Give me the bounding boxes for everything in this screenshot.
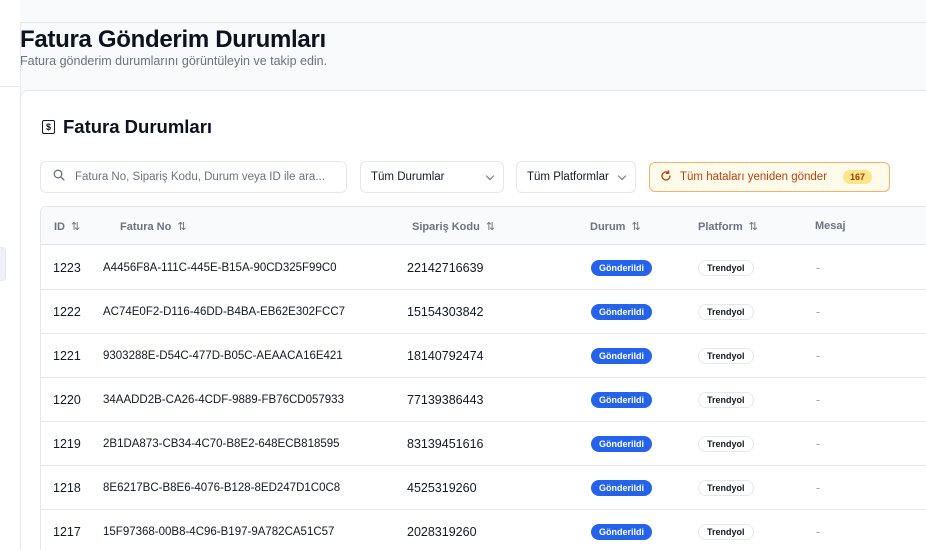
table-row[interactable]: 1219 2B1DA873-CB34-4C70-B8E2-648ECB81859… xyxy=(41,422,926,466)
cell-order-code: 18140792474 xyxy=(407,349,484,363)
refresh-icon xyxy=(660,169,672,185)
column-header-platform[interactable]: Platform ⇅ xyxy=(698,220,758,234)
table-row[interactable]: 1221 9303288E-D54C-477D-B05C-AEAACA16E42… xyxy=(41,334,926,378)
column-header-invoice-no[interactable]: Fatura No ⇅ xyxy=(120,220,187,234)
sidebar-collapse-handle[interactable] xyxy=(0,247,6,281)
cell-invoice-no: A4456F8A-111C-445E-B15A-90CD325F99C0 xyxy=(103,262,337,274)
cell-order-code: 2028319260 xyxy=(407,525,477,539)
retry-all-label: Tüm hataları yeniden gönder xyxy=(680,171,828,183)
cell-message: - xyxy=(816,305,821,319)
cell-id: 1222 xyxy=(53,305,81,319)
status-badge: Gönderildi xyxy=(591,304,652,320)
platform-badge: Trendyol xyxy=(698,524,754,540)
cell-order-code: 4525319260 xyxy=(407,481,477,495)
sidebar xyxy=(0,0,20,550)
cell-id: 1221 xyxy=(53,349,81,363)
cell-message: - xyxy=(816,393,821,407)
cell-order-code: 22142716639 xyxy=(407,261,484,275)
sidebar-divider xyxy=(0,86,20,87)
card-title-text: Fatura Durumları xyxy=(63,116,213,137)
table-row[interactable]: 1220 34AADD2B-CA26-4CDF-9889-FB76CD05793… xyxy=(41,378,926,422)
cell-message: - xyxy=(816,481,821,495)
table-row[interactable]: 1218 8E6217BC-B8E6-4076-B128-8ED247D1C0C… xyxy=(41,466,926,510)
platform-badge: Trendyol xyxy=(698,260,754,276)
column-header-message: Mesaj xyxy=(815,220,846,232)
cell-message: - xyxy=(816,437,821,451)
status-badge: Gönderildi xyxy=(591,392,652,408)
sort-icon: ⇅ xyxy=(631,221,640,233)
platform-filter-select[interactable]: Tüm Platformlar xyxy=(516,161,636,193)
platform-badge: Trendyol xyxy=(698,480,754,496)
platform-badge: Trendyol xyxy=(698,304,754,320)
status-badge: Gönderildi xyxy=(591,348,652,364)
chevron-down-icon xyxy=(617,171,627,180)
column-header-order-code[interactable]: Sipariş Kodu ⇅ xyxy=(412,220,495,234)
platform-badge: Trendyol xyxy=(698,392,754,408)
table-row[interactable]: 1222 AC74E0F2-D116-46DD-B4BA-EB62E302FCC… xyxy=(41,290,926,334)
cell-invoice-no: AC74E0F2-D116-46DD-B4BA-EB62E302FCC7 xyxy=(103,306,346,318)
platform-badge: Trendyol xyxy=(698,436,754,452)
header-divider xyxy=(20,22,926,23)
sort-icon: ⇅ xyxy=(71,221,80,233)
cell-message: - xyxy=(816,261,821,275)
column-header-status[interactable]: Durum ⇅ xyxy=(590,220,641,234)
platform-badge: Trendyol xyxy=(698,348,754,364)
cell-id: 1220 xyxy=(53,393,81,407)
cell-id: 1217 xyxy=(53,525,81,539)
search-box[interactable] xyxy=(40,161,347,193)
cell-id: 1219 xyxy=(53,437,81,451)
cell-order-code: 83139451616 xyxy=(407,437,484,451)
cell-id: 1218 xyxy=(53,481,81,495)
table-row[interactable]: 1223 A4456F8A-111C-445E-B15A-90CD325F99C… xyxy=(41,246,926,290)
chevron-down-icon xyxy=(485,171,495,180)
cell-invoice-no: 9303288E-D54C-477D-B05C-AEAACA16E421 xyxy=(103,350,343,362)
error-count-badge: 167 xyxy=(843,170,873,184)
cell-invoice-no: 34AADD2B-CA26-4CDF-9889-FB76CD057933 xyxy=(103,394,344,406)
status-badge: Gönderildi xyxy=(591,436,652,452)
sort-icon: ⇅ xyxy=(748,221,758,233)
status-filter-value: Tüm Durumlar xyxy=(371,171,445,183)
status-filter-select[interactable]: Tüm Durumlar xyxy=(360,161,504,193)
table-header: ID ⇅ Fatura No ⇅ Sipariş Kodu ⇅ Durum ⇅ Plat… xyxy=(41,207,926,245)
platform-filter-value: Tüm Platformlar xyxy=(527,171,609,183)
sort-icon: ⇅ xyxy=(177,221,186,233)
card-title: $ Fatura Durumları xyxy=(42,116,212,138)
cell-invoice-no: 15F97368-00B8-4C96-B197-9A782CA51C57 xyxy=(103,526,335,538)
status-badge: Gönderildi xyxy=(591,480,652,496)
status-badge: Gönderildi xyxy=(591,260,652,276)
cell-message: - xyxy=(816,525,821,539)
cell-invoice-no: 2B1DA873-CB34-4C70-B8E2-648ECB818595 xyxy=(103,438,340,450)
search-input[interactable] xyxy=(75,171,335,183)
cell-invoice-no: 8E6217BC-B8E6-4076-B128-8ED247D1C0C8 xyxy=(103,482,341,494)
cell-id: 1223 xyxy=(53,261,81,275)
cell-message: - xyxy=(816,349,821,363)
invoice-table: ID ⇅ Fatura No ⇅ Sipariş Kodu ⇅ Durum ⇅ Plat… xyxy=(40,206,926,550)
table-row[interactable]: 1217 15F97368-00B8-4C96-B197-9A782CA51C5… xyxy=(41,510,926,550)
page-title: Fatura Gönderim Durumları xyxy=(20,26,326,53)
cell-order-code: 77139386443 xyxy=(407,393,484,407)
invoice-icon: $ xyxy=(42,120,55,134)
status-badge: Gönderildi xyxy=(591,524,652,540)
sort-icon: ⇅ xyxy=(485,221,495,233)
search-icon xyxy=(53,168,65,186)
retry-all-errors-button[interactable]: Tüm hataları yeniden gönder 167 xyxy=(649,162,890,192)
page-subtitle: Fatura gönderim durumlarını görüntüleyin… xyxy=(20,54,328,68)
cell-order-code: 15154303842 xyxy=(407,305,484,319)
column-header-id[interactable]: ID ⇅ xyxy=(54,220,80,234)
